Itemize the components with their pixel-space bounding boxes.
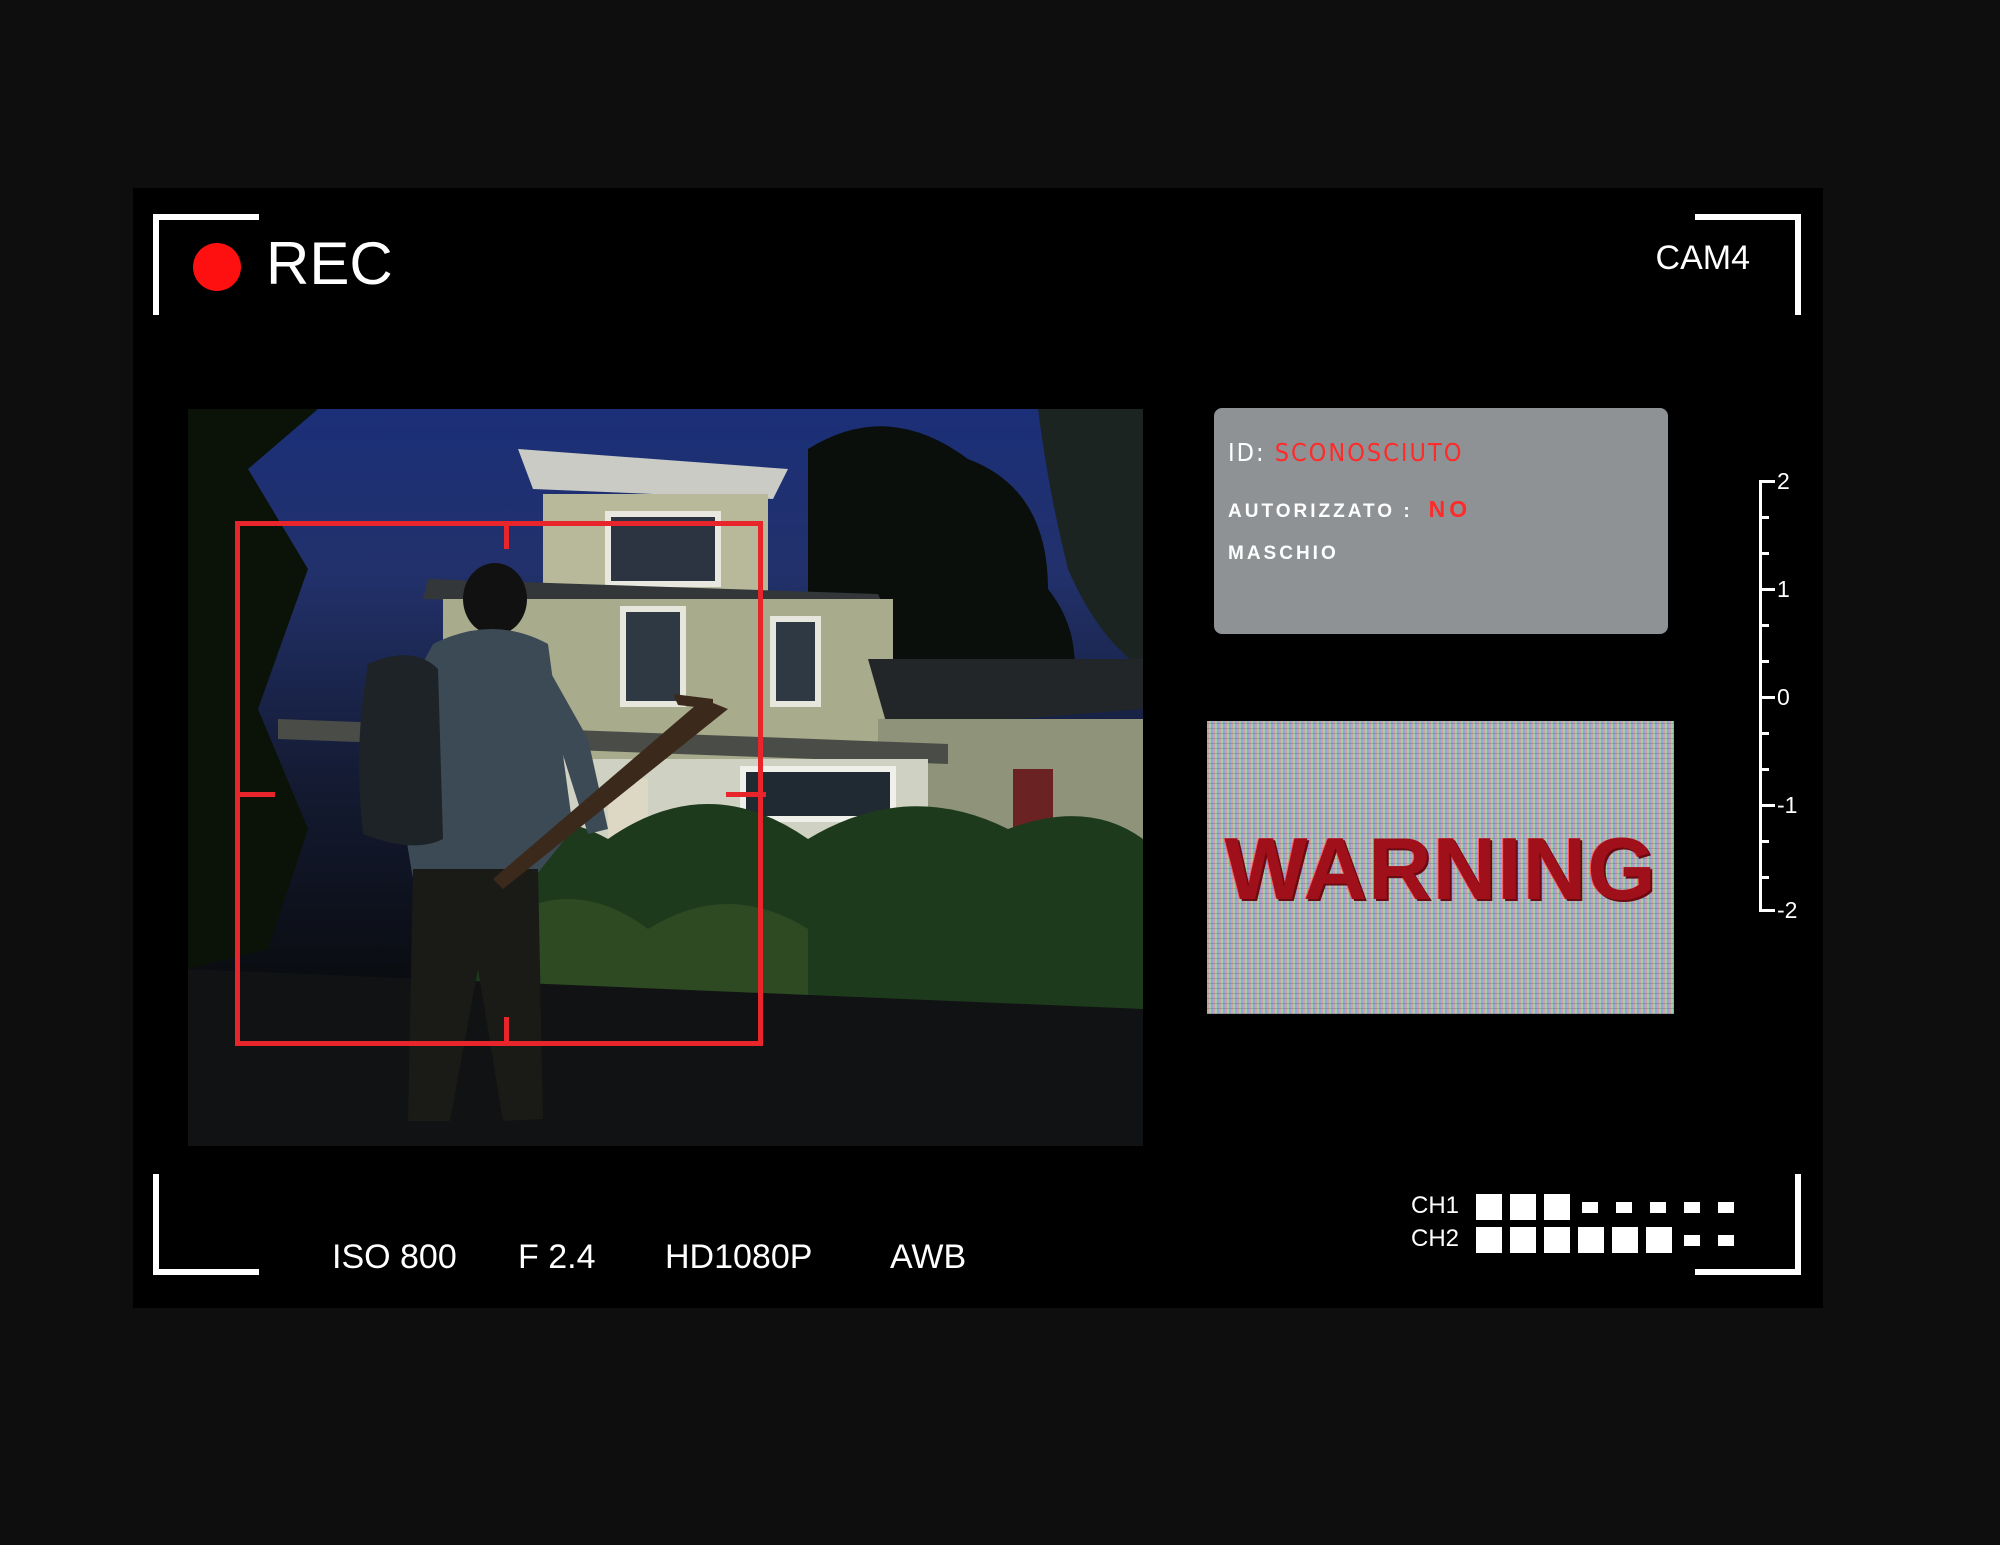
channel-level-block-active [1476, 1227, 1502, 1253]
subject-id-label: ID: [1228, 438, 1266, 467]
scale-label: 0 [1777, 684, 1790, 710]
channel-level-block-inactive [1582, 1202, 1598, 1213]
scale-label: 2 [1777, 468, 1790, 494]
channel-1-label: CH1 [1411, 1192, 1460, 1219]
channel-level-block-inactive [1684, 1235, 1700, 1246]
scale-label: -2 [1777, 897, 1798, 923]
channel-2-label: CH2 [1411, 1225, 1460, 1252]
scale-tick-minor [1759, 552, 1769, 555]
camera-viewfinder: REC CAM4 ID: SCONOSCIUTO AUTORIZZATO: N… [133, 188, 1823, 1308]
corner-bracket-bottom-left [153, 1174, 259, 1275]
channel-level-block-active [1544, 1227, 1570, 1253]
authorized-label: AUTORIZZATO : [1228, 501, 1413, 522]
detection-tick-right [726, 792, 766, 797]
scale-tick-major [1759, 804, 1775, 807]
scale-tick-major [1759, 480, 1775, 483]
channel-level-block-inactive [1650, 1202, 1666, 1213]
record-dot-icon [193, 243, 241, 291]
exposure-scale: 2 1 0 -1 -2 [1755, 470, 1815, 923]
scale-tick-major [1759, 588, 1775, 591]
channel-level-block-active [1578, 1227, 1604, 1253]
scale-tick-major [1759, 696, 1775, 699]
scale-tick-minor [1759, 660, 1769, 663]
channel-level-block-active [1510, 1194, 1536, 1220]
scale-label: 1 [1777, 576, 1790, 602]
corner-bracket-bottom-right [1695, 1174, 1801, 1275]
warning-panel: WARNING [1207, 721, 1674, 1014]
subject-id-value: SCONOSCIUTO [1274, 438, 1464, 467]
channel-level-block-active [1612, 1227, 1638, 1253]
scale-tick-major [1759, 909, 1775, 912]
aperture-setting: F 2.4 [518, 1238, 596, 1276]
channel-level-block-inactive [1718, 1235, 1734, 1246]
rec-label: REC [266, 230, 393, 297]
warning-text: WARNING [1224, 819, 1657, 918]
camera-feed-image [188, 409, 1143, 1146]
channel-level-block-active [1646, 1227, 1672, 1253]
channel-level-block-active [1544, 1194, 1570, 1220]
subject-gender: MASCHIO [1228, 543, 1339, 564]
subject-id-line: ID: SCONOSCIUTO [1228, 438, 1463, 467]
white-balance-setting: AWB [890, 1238, 967, 1276]
scale-tick-minor [1759, 876, 1769, 879]
iso-setting: ISO 800 [332, 1238, 457, 1276]
detection-tick-left [235, 792, 275, 797]
scale-tick-minor [1759, 768, 1769, 771]
scale-tick-minor [1759, 840, 1769, 843]
authorized-line: AUTORIZZATO : NO [1228, 496, 1471, 523]
scale-tick-minor [1759, 516, 1769, 519]
channel-level-block-inactive [1684, 1202, 1700, 1213]
scale-label: -1 [1777, 792, 1798, 818]
scale-tick-minor [1759, 624, 1769, 627]
authorized-value: NO [1428, 496, 1472, 522]
channel-level-block-active [1476, 1194, 1502, 1220]
channel-level-block-inactive [1616, 1202, 1632, 1213]
detection-tick-top [504, 521, 509, 549]
channel-level-block-active [1510, 1227, 1536, 1253]
resolution-setting: HD1080P [665, 1238, 813, 1276]
detection-box [235, 521, 763, 1046]
subject-info-card: ID: SCONOSCIUTO AUTORIZZATO : NO MASCHIO [1214, 408, 1668, 634]
scale-tick-minor [1759, 732, 1769, 735]
detection-tick-bottom [504, 1017, 509, 1045]
channel-level-block-inactive [1718, 1202, 1734, 1213]
camera-label: CAM4 [1655, 239, 1750, 277]
